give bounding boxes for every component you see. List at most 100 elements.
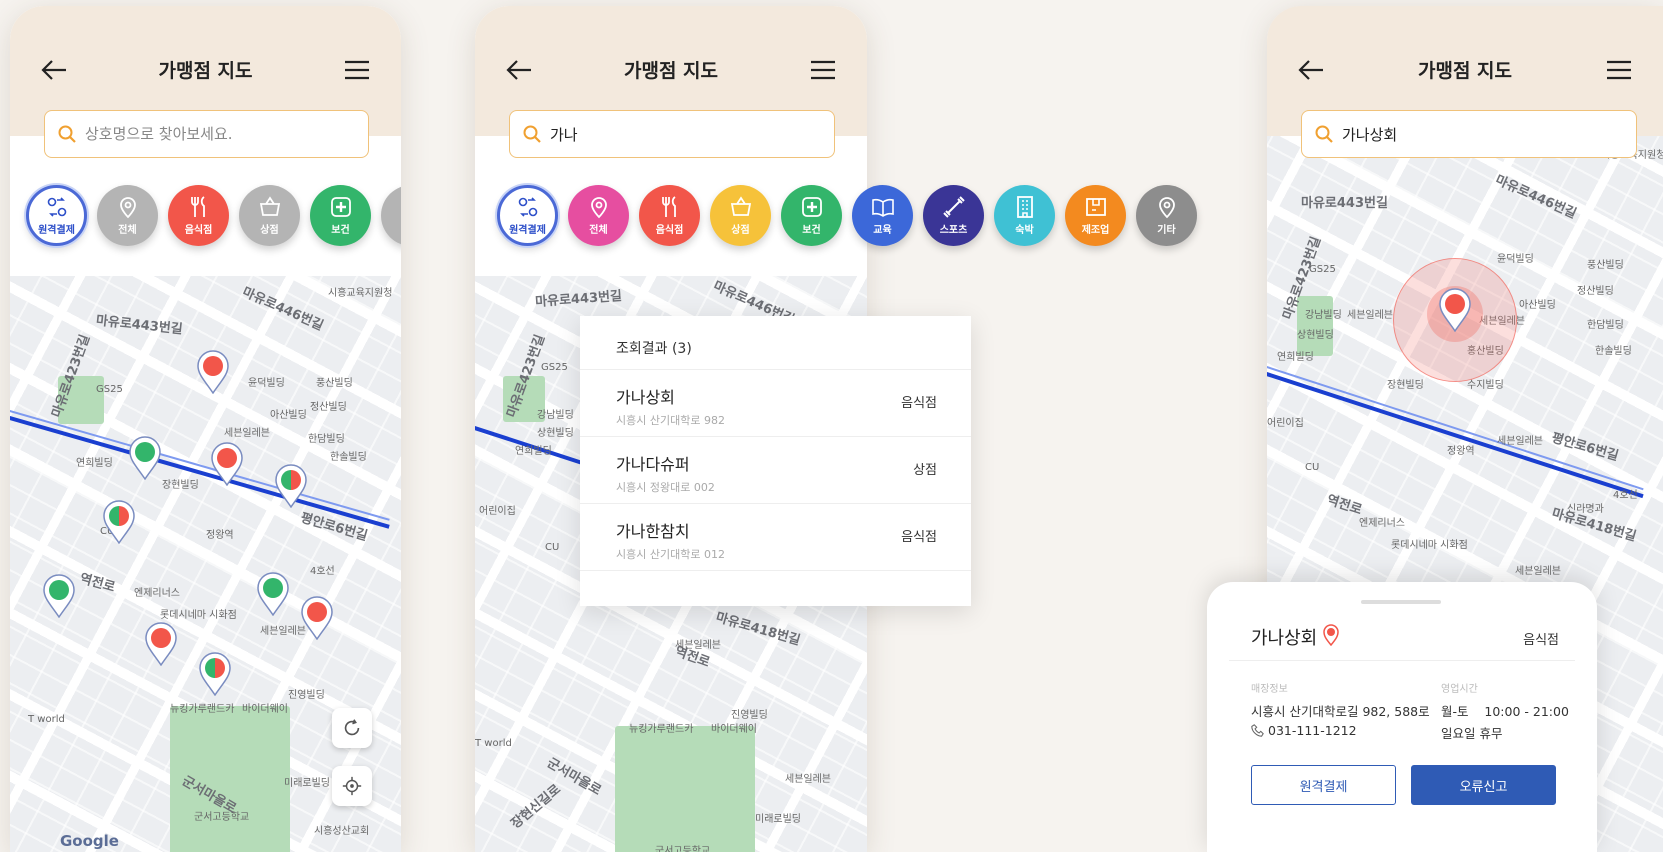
- map-poi: 윤덕빌딩: [248, 378, 285, 389]
- map-poi: 뉴킹가루랜드카: [629, 724, 694, 735]
- map-poi: CU: [1305, 462, 1320, 473]
- store-pin-mixed[interactable]: [102, 500, 136, 544]
- store-pin-red[interactable]: [300, 596, 334, 640]
- store-category: 음식점: [1523, 633, 1559, 648]
- category-label: 원격결제: [509, 225, 546, 236]
- store-detail-sheet: 가나상회 음식점 매장정보 영업시간 시흥시 산기대학로길 982, 588로 …: [1207, 582, 1597, 852]
- book-icon: [871, 198, 894, 217]
- map-poi: 정산빌딩: [1577, 286, 1614, 297]
- my-location-button[interactable]: [332, 766, 372, 806]
- store-pin-red[interactable]: [196, 350, 230, 394]
- map-poi: 장현빌딩: [162, 480, 199, 491]
- map-poi: T world: [28, 714, 65, 725]
- map-poi: 장현빌딩: [1387, 380, 1424, 391]
- map-poi: 4호선: [310, 566, 335, 577]
- result-item[interactable]: 가나다슈퍼 시흥시 정왕대로 002 상점: [580, 437, 971, 504]
- store-address: 시흥시 산기대학로길 982, 588로: [1251, 704, 1430, 719]
- fork-knife-icon: [190, 196, 205, 217]
- category-health[interactable]: 보건: [310, 185, 371, 246]
- category-all[interactable]: 전체: [97, 185, 158, 246]
- map-poi: 어린이집: [479, 506, 516, 517]
- map-poi: 시흥교육지원청: [328, 288, 393, 299]
- result-category: 음식점: [901, 396, 937, 411]
- category-label: 교육: [873, 225, 892, 236]
- search-input[interactable]: [550, 125, 810, 143]
- hamburger-menu-icon[interactable]: [809, 58, 837, 82]
- store-pin-red[interactable]: [144, 622, 178, 666]
- category-label: 음식점: [655, 225, 684, 236]
- report-error-button[interactable]: 오류신고: [1411, 765, 1556, 805]
- result-name: 가나다슈퍼: [616, 455, 690, 474]
- category-label: 스포츠: [939, 225, 968, 236]
- category-label: 전체: [118, 225, 137, 236]
- result-address: 시흥시 산기대학로 012: [616, 548, 725, 561]
- hotel-icon: [1016, 196, 1033, 218]
- hamburger-menu-icon[interactable]: [343, 58, 371, 82]
- remote-payment-icon: [47, 197, 66, 217]
- category-shop[interactable]: 상점: [710, 185, 771, 246]
- map-poi: 아산빌딩: [270, 410, 307, 421]
- road-label: 마유로446번길: [1492, 172, 1579, 222]
- road-label: 마유로443번길: [1301, 196, 1388, 211]
- map-poi: 미래로빌딩: [755, 814, 801, 825]
- crosshair-icon: [342, 776, 362, 796]
- map-poi: 연희빌딩: [1277, 352, 1314, 363]
- map-poi: 한담빌딩: [308, 434, 345, 445]
- hamburger-menu-icon[interactable]: [1605, 58, 1633, 82]
- map-poi: 세븐일레븐: [675, 640, 721, 651]
- store-pin-mixed[interactable]: [198, 652, 232, 696]
- category-shop[interactable]: 상점: [239, 185, 300, 246]
- category-etc[interactable]: 기타: [1136, 185, 1197, 246]
- search-box[interactable]: [1301, 110, 1637, 158]
- search-input[interactable]: [85, 125, 345, 143]
- road-label: 장현신길로: [508, 782, 564, 833]
- selected-store-pin[interactable]: [1438, 288, 1472, 332]
- map-poi: CU: [545, 542, 560, 553]
- category-all[interactable]: 전체: [568, 185, 629, 246]
- category-restaurant[interactable]: 음식점: [168, 185, 229, 246]
- remote-payment-button[interactable]: 원격결제: [1251, 765, 1396, 805]
- result-item[interactable]: 가나상회 시흥시 산기대학로 982 음식점: [580, 370, 971, 437]
- category-remote-payment[interactable]: 원격결제: [497, 185, 558, 246]
- map-pin-icon: [1158, 197, 1175, 219]
- category-education[interactable]: 교육: [852, 185, 913, 246]
- map-poi: 롯데시네마 시화점: [1391, 540, 1468, 551]
- google-logo: Google: [60, 832, 119, 850]
- park-area: [615, 726, 755, 852]
- map-poi: 정왕역: [1447, 446, 1475, 457]
- search-box[interactable]: [509, 110, 835, 158]
- result-category: 상점: [913, 463, 937, 478]
- search-input[interactable]: [1342, 125, 1602, 143]
- map-poi: 세븐일레븐: [224, 428, 270, 439]
- map-poi: 뉴킹가루랜드카: [170, 704, 235, 715]
- map-poi: 세븐일레븐: [785, 774, 831, 785]
- store-pin-mixed[interactable]: [274, 464, 308, 508]
- category-label: 보건: [331, 225, 350, 236]
- medical-plus-icon: [330, 197, 351, 217]
- category-manufacturing[interactable]: 제조업: [1065, 185, 1126, 246]
- sheet-drag-handle[interactable]: [1361, 600, 1441, 604]
- category-label: 원격결제: [38, 225, 75, 236]
- search-box[interactable]: [44, 110, 369, 158]
- store-pin-red[interactable]: [210, 442, 244, 486]
- store-pin-green[interactable]: [42, 574, 76, 618]
- road-label: 역전로: [78, 571, 117, 596]
- refresh-button[interactable]: [332, 708, 372, 748]
- category-bar: 원격결제 전체 음식점 상점 보건 교육: [26, 185, 401, 246]
- result-name: 가나한참치: [616, 522, 690, 541]
- result-item[interactable]: 가나한참치 시흥시 산기대학로 012 음식점: [580, 504, 971, 571]
- map-poi: 윤덕빌딩: [1497, 254, 1534, 265]
- category-education[interactable]: 교육: [381, 185, 401, 246]
- phone-icon: [1251, 724, 1264, 737]
- store-pin-green[interactable]: [128, 436, 162, 480]
- category-restaurant[interactable]: 음식점: [639, 185, 700, 246]
- shopping-basket-icon: [730, 196, 751, 216]
- category-sports[interactable]: 스포츠: [923, 185, 984, 246]
- map-poi: 엔제리너스: [134, 588, 180, 599]
- category-lodging[interactable]: 숙박: [994, 185, 1055, 246]
- category-health[interactable]: 보건: [781, 185, 842, 246]
- map-poi: 풍산빌딩: [1587, 260, 1624, 271]
- category-remote-payment[interactable]: 원격결제: [26, 185, 87, 246]
- store-phone-row[interactable]: 031-111-1212: [1251, 723, 1357, 738]
- store-pin-green[interactable]: [256, 572, 290, 616]
